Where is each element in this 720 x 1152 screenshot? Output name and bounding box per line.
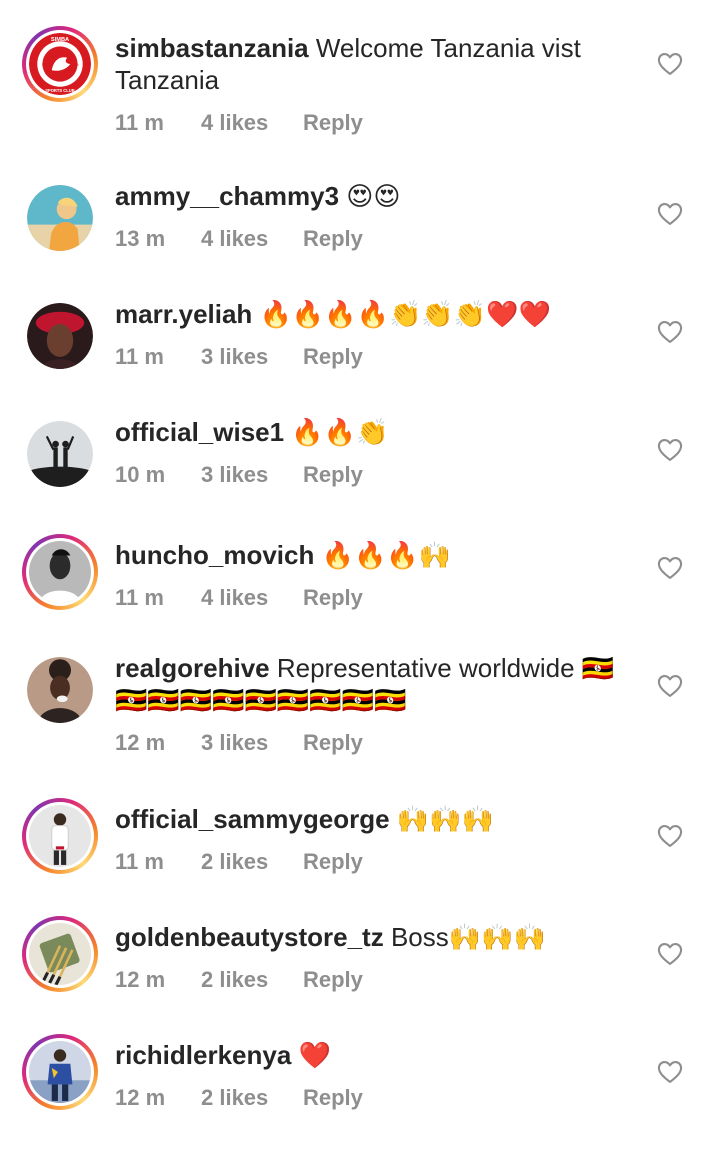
reply-button[interactable]: Reply bbox=[303, 462, 363, 488]
heart-outline-icon[interactable] bbox=[656, 1058, 684, 1086]
comment-time: 13 m bbox=[115, 226, 166, 251]
heart-outline-icon[interactable] bbox=[656, 822, 684, 850]
comment-likes-count[interactable]: 4 likes bbox=[201, 226, 303, 252]
comment-meta: 12 m 2 likes Reply bbox=[115, 1085, 625, 1111]
comment-text: ammy__chammy3 😍😍 bbox=[115, 180, 625, 212]
comment-text: realgorehive Representative worldwide 🇺🇬… bbox=[115, 652, 625, 716]
heart-outline-icon[interactable] bbox=[656, 318, 684, 346]
profile-photo bbox=[27, 303, 93, 369]
comment-meta: 12 m 3 likes Reply bbox=[115, 730, 625, 756]
comment-username[interactable]: official_sammygeorge bbox=[115, 804, 390, 834]
avatar[interactable] bbox=[22, 1034, 98, 1110]
heart-outline-icon[interactable] bbox=[656, 436, 684, 464]
comment-text: goldenbeautystore_tz Boss🙌🙌🙌 bbox=[115, 921, 625, 953]
reply-button[interactable]: Reply bbox=[303, 730, 363, 756]
comment-meta: 11 m 3 likes Reply bbox=[115, 344, 625, 370]
comment-likes-count[interactable]: 3 likes bbox=[201, 730, 303, 756]
profile-photo bbox=[27, 421, 93, 487]
comment-meta: 11 m 4 likes Reply bbox=[115, 110, 625, 136]
reply-button[interactable]: Reply bbox=[303, 226, 363, 252]
comment-likes-count[interactable]: 4 likes bbox=[201, 585, 303, 611]
comment-time: 11 m bbox=[115, 849, 164, 874]
comment-username[interactable]: marr.yeliah bbox=[115, 299, 252, 329]
comment-likes-count[interactable]: 2 likes bbox=[201, 849, 303, 875]
comment-username[interactable]: official_wise1 bbox=[115, 417, 284, 447]
comment-content: 🔥🔥🔥🔥👏👏👏❤️❤️ bbox=[252, 299, 551, 329]
comment-content: 🔥🔥🔥🙌 bbox=[314, 540, 452, 570]
reply-button[interactable]: Reply bbox=[303, 110, 363, 136]
reply-button[interactable]: Reply bbox=[303, 344, 363, 370]
comment-meta: 13 m 4 likes Reply bbox=[115, 226, 625, 252]
club-logo: SIMBA SPORTS CLUB 19 36 bbox=[29, 33, 91, 95]
comment-likes-count[interactable]: 4 likes bbox=[201, 110, 303, 136]
comment-meta: 11 m 2 likes Reply bbox=[115, 849, 625, 875]
comment-username[interactable]: goldenbeautystore_tz bbox=[115, 922, 384, 952]
reply-button[interactable]: Reply bbox=[303, 967, 363, 993]
heart-outline-icon[interactable] bbox=[656, 50, 684, 78]
comment-username[interactable]: richidlerkenya bbox=[115, 1040, 291, 1070]
profile-photo bbox=[27, 185, 93, 251]
reply-button[interactable]: Reply bbox=[303, 585, 363, 611]
profile-photo bbox=[27, 657, 93, 723]
avatar[interactable] bbox=[27, 657, 93, 723]
heart-outline-icon[interactable] bbox=[656, 940, 684, 968]
avatar[interactable] bbox=[22, 798, 98, 874]
comment-list: SIMBA SPORTS CLUB 19 36 simbastanzania W… bbox=[0, 0, 720, 1152]
avatar[interactable] bbox=[22, 534, 98, 610]
comment-text: official_sammygeorge 🙌🙌🙌 bbox=[115, 803, 625, 835]
profile-photo bbox=[29, 541, 91, 603]
svg-text:36: 36 bbox=[75, 63, 79, 67]
comment-time: 11 m bbox=[115, 344, 164, 369]
avatar[interactable]: SIMBA SPORTS CLUB 19 36 bbox=[22, 26, 98, 102]
comment-time: 10 m bbox=[115, 462, 166, 487]
comment-username[interactable]: ammy__chammy3 bbox=[115, 181, 339, 211]
comment-likes-count[interactable]: 2 likes bbox=[201, 967, 303, 993]
comment-text: marr.yeliah 🔥🔥🔥🔥👏👏👏❤️❤️ bbox=[115, 298, 625, 330]
profile-photo bbox=[29, 1041, 91, 1103]
comment-username[interactable]: simbastanzania bbox=[115, 33, 309, 63]
avatar[interactable] bbox=[27, 421, 93, 487]
comment-time: 12 m bbox=[115, 1085, 166, 1110]
comment-likes-count[interactable]: 3 likes bbox=[201, 344, 303, 370]
svg-text:19: 19 bbox=[41, 63, 45, 67]
comment-likes-count[interactable]: 3 likes bbox=[201, 462, 303, 488]
svg-text:SIMBA: SIMBA bbox=[51, 37, 69, 43]
heart-outline-icon[interactable] bbox=[656, 672, 684, 700]
profile-photo bbox=[29, 805, 91, 867]
heart-outline-icon[interactable] bbox=[656, 200, 684, 228]
comment-likes-count[interactable]: 2 likes bbox=[201, 1085, 303, 1111]
comment-content: Boss🙌🙌🙌 bbox=[383, 922, 546, 952]
comment-text: official_wise1 🔥🔥👏 bbox=[115, 416, 625, 448]
comment-time: 12 m bbox=[115, 730, 166, 755]
comment-text: huncho_movich 🔥🔥🔥🙌 bbox=[115, 539, 625, 571]
svg-text:SPORTS CLUB: SPORTS CLUB bbox=[45, 88, 75, 93]
comment-text: richidlerkenya ❤️ bbox=[115, 1039, 625, 1071]
comment-meta: 10 m 3 likes Reply bbox=[115, 462, 625, 488]
avatar[interactable] bbox=[22, 916, 98, 992]
profile-photo bbox=[29, 923, 91, 985]
comment-meta: 11 m 4 likes Reply bbox=[115, 585, 625, 611]
comment-content: 🙌🙌🙌 bbox=[389, 804, 494, 834]
avatar[interactable] bbox=[27, 303, 93, 369]
comment-time: 11 m bbox=[115, 585, 164, 610]
reply-button[interactable]: Reply bbox=[303, 849, 363, 875]
reply-button[interactable]: Reply bbox=[303, 1085, 363, 1111]
comment-username[interactable]: realgorehive bbox=[115, 653, 270, 683]
comment-time: 11 m bbox=[115, 110, 164, 135]
heart-outline-icon[interactable] bbox=[656, 554, 684, 582]
comment-content: ❤️ bbox=[291, 1040, 331, 1070]
comment-time: 12 m bbox=[115, 967, 166, 992]
comment-text: simbastanzania Welcome Tanzania vist Tan… bbox=[115, 32, 625, 96]
comment-username[interactable]: huncho_movich bbox=[115, 540, 314, 570]
comment-content: 🔥🔥👏 bbox=[284, 417, 389, 447]
comment-content: 😍😍 bbox=[339, 181, 401, 211]
comment-meta: 12 m 2 likes Reply bbox=[115, 967, 625, 993]
avatar[interactable] bbox=[27, 185, 93, 251]
